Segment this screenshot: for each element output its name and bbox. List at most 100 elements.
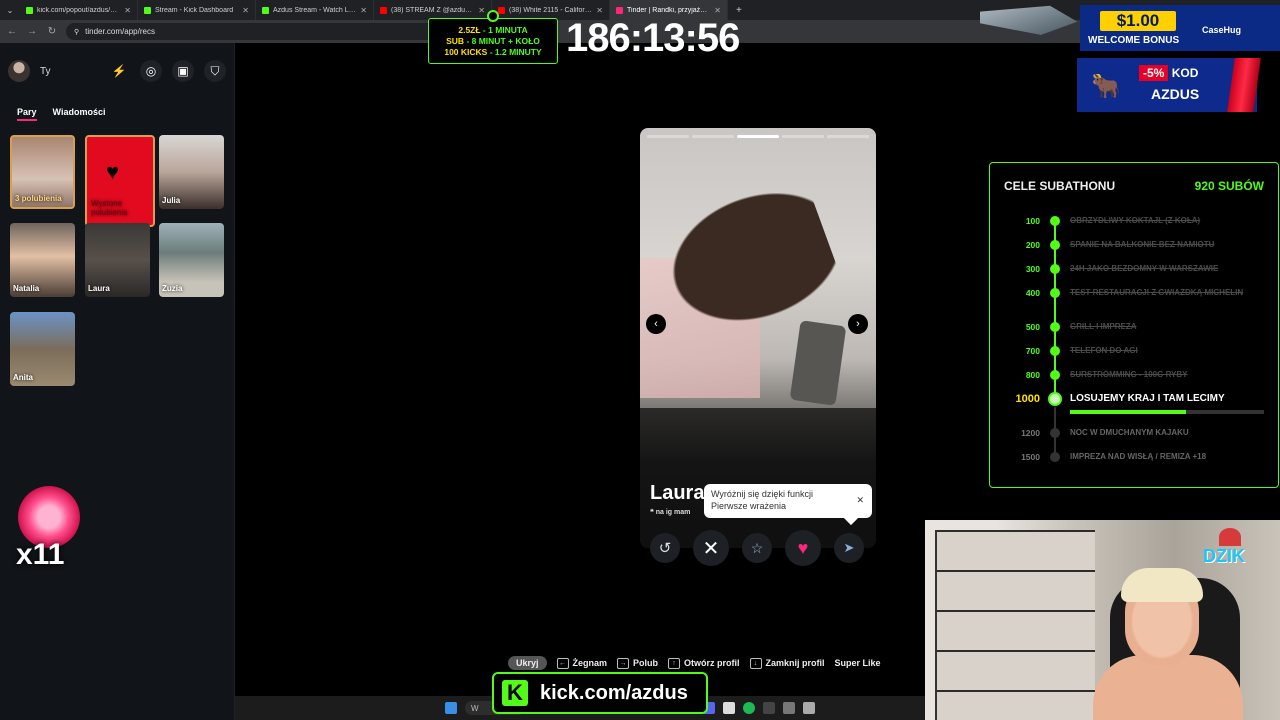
photo-indicator (692, 135, 734, 138)
tab-close-icon[interactable]: ✕ (596, 6, 603, 15)
hotkey-item[interactable]: → Polub (617, 657, 658, 669)
profile-bio-text: na ig mam (655, 509, 691, 516)
kick-url: kick.com/azdus (540, 681, 688, 704)
goal-label: NOC W DMUCHANYM KAJAKU (1070, 428, 1189, 437)
goal-dot-icon (1050, 216, 1060, 226)
goal-row: 800 SURSTRÖMMING - 100G RYBY (990, 365, 1280, 385)
back-icon[interactable]: ← (6, 26, 18, 37)
photo-indicator (647, 135, 689, 138)
explorer-icon[interactable] (783, 702, 795, 714)
spotify-icon[interactable] (743, 702, 755, 714)
tab-close-icon[interactable]: ✕ (124, 6, 131, 15)
goal-amount: 800 (1025, 370, 1040, 380)
nope-button[interactable]: ✕ (693, 530, 729, 566)
goal-label: SURSTRÖMMING - 100G RYBY (1070, 370, 1188, 379)
match-tile[interactable]: Natalia (10, 223, 75, 297)
goal-label: IMPREZA NAD WISŁĄ / REMIZA +18 (1070, 452, 1207, 461)
heart-icon: ♥ (106, 159, 120, 184)
energy-drink-promo: 🐂 -5% KOD AZDUS (1077, 58, 1261, 112)
hotkey-item[interactable]: Ukryj (508, 656, 547, 670)
rate-2-price: SUB (446, 36, 465, 46)
browser-tab[interactable]: (38) STREAM Z @azdus GRAMY ✕ (374, 0, 492, 20)
new-tab-button[interactable]: + (728, 5, 750, 16)
goal-amount: 1000 (1015, 393, 1040, 405)
goal-amount: 100 (1025, 216, 1040, 226)
subathon-count: 920 SUBÓW (1194, 179, 1264, 193)
photo-indicator (737, 135, 779, 138)
reload-icon[interactable]: ↻ (46, 26, 58, 37)
boost-tile[interactable]: ♥ Wystone polubienia (85, 135, 155, 227)
taskbar-search-text: W (471, 703, 479, 713)
match-tile[interactable]: Anita (10, 312, 75, 386)
goal-row: 300 24H JAKO BEZDOMNY W WARSZAWIE (990, 259, 1280, 279)
tab-favicon-icon (616, 6, 623, 14)
tile-label: 3 polubienia (15, 194, 62, 203)
browser-tab[interactable]: Azdus Stream - Watch Live on Kick✕ (256, 0, 374, 20)
boost-multiplier: x11 (16, 538, 65, 571)
match-tile[interactable]: Zuzia (159, 223, 224, 297)
goal-amount: 300 (1025, 264, 1040, 274)
rewind-button[interactable]: ↺ (650, 533, 680, 563)
tab-messages[interactable]: Wiadomości (53, 107, 106, 121)
boost-send-button[interactable]: ➤ (834, 533, 864, 563)
kick-url-banner: K kick.com/azdus (492, 672, 708, 714)
goal-row: 1200 NOC W DMUCHANYM KAJAKU (990, 423, 1280, 443)
url-text: tinder.com/app/recs (85, 27, 155, 36)
explore-icon[interactable]: ◎ (140, 60, 162, 82)
goal-row: 500 GRILL I IMPREZA (990, 317, 1280, 337)
super-like-button[interactable]: ☆ (742, 533, 772, 563)
tile-label: Wystone polubienia (91, 199, 128, 217)
tab-close-icon[interactable]: ✕ (478, 6, 485, 15)
webcam-feed: DZIK (925, 520, 1280, 720)
hotkey-label: Super Like (834, 658, 881, 668)
briefcase-icon[interactable]: ▣ (172, 60, 194, 82)
match-tile[interactable]: Laura (85, 223, 150, 297)
tab-close-icon[interactable]: ✕ (242, 6, 249, 15)
avatar[interactable] (8, 60, 30, 82)
shield-icon[interactable]: ⛉ (204, 60, 226, 82)
site-info-icon[interactable]: ⚲ (74, 28, 79, 36)
windows-start-icon[interactable] (445, 702, 457, 714)
goal-dot-icon (1050, 370, 1060, 380)
tab-close-icon[interactable]: ✕ (714, 6, 721, 15)
likes-tile[interactable]: 3 polubienia (10, 135, 75, 209)
previous-photo-icon[interactable]: ‹ (646, 314, 666, 334)
goal-dot-icon (1050, 452, 1060, 462)
address-bar[interactable]: ⚲ tinder.com/app/recs (66, 23, 476, 40)
app-icon[interactable] (723, 702, 735, 714)
rate-line-3: 100 KICKS - 1.2 MINUTY (429, 47, 557, 58)
hotkey-item[interactable]: Super Like (835, 658, 881, 668)
forward-icon[interactable]: → (26, 26, 38, 37)
like-button[interactable]: ♥ (785, 530, 821, 566)
tab-title: (38) White 2115 - California aloha (509, 6, 593, 14)
tab-search-icon[interactable]: ⌄ (0, 0, 20, 20)
close-icon[interactable]: ✕ (856, 494, 864, 506)
profile-label[interactable]: Ty (40, 66, 98, 77)
terminal-icon[interactable] (763, 702, 775, 714)
match-tile[interactable]: Julia (159, 135, 224, 209)
tab-title: Stream - Kick Dashboard (155, 6, 234, 14)
photo-lower (640, 408, 876, 548)
rate-line-1: 2.5ZŁ - 1 MINUTA (429, 25, 557, 36)
webcam-hair (1121, 568, 1203, 602)
goal-amount: 700 (1025, 346, 1040, 356)
rate-1-price: 2.5ZŁ (458, 25, 481, 35)
browser-tab[interactable]: kick.com/popout/azdus/chat ✕ (20, 0, 138, 20)
tab-matches[interactable]: Pary (17, 107, 37, 121)
browser-tab[interactable]: Stream - Kick Dashboard ✕ (138, 0, 256, 20)
notepad-icon[interactable] (803, 702, 815, 714)
tab-favicon-icon (380, 6, 387, 14)
tab-favicon-icon (26, 6, 33, 14)
subathon-goals-panel: CELE SUBATHONU 920 SUBÓW 100 OBRZYDLIWY K… (989, 162, 1279, 488)
goal-row: 700 TELEFON DO AGI (990, 341, 1280, 361)
screen: ⌄ kick.com/popout/azdus/chat ✕ Stream - Ki… (0, 0, 1280, 720)
goal-amount: 1500 (1021, 452, 1040, 462)
next-photo-icon[interactable]: › (848, 314, 868, 334)
goal-label: OBRZYDLIWY KOKTAJL (Z KOŁA) (1070, 216, 1201, 225)
boost-icon[interactable]: ⚡ (108, 60, 130, 82)
tab-close-icon[interactable]: ✕ (360, 6, 367, 15)
hotkey-item[interactable]: ↑ Otwórz profil (668, 657, 740, 669)
hotkey-item[interactable]: ↓ Zamknij profil (749, 657, 825, 669)
hotkey-label: Ukryj (516, 658, 539, 668)
hotkey-item[interactable]: ← Żegnam (556, 657, 607, 669)
